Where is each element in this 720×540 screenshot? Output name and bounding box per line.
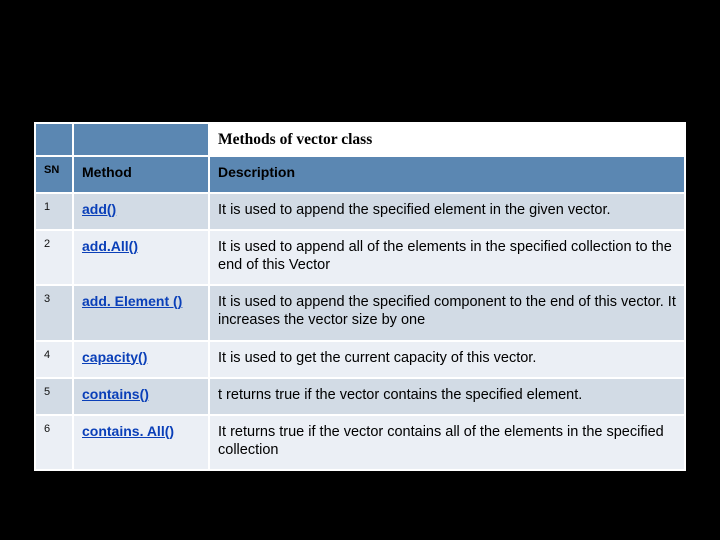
cell-sn: 3 (35, 285, 73, 340)
cell-description: It returns true if the vector contains a… (209, 415, 685, 470)
method-link[interactable]: add.All() (82, 238, 138, 254)
title-blank-1 (35, 123, 73, 156)
cell-description: It is used to append the specified compo… (209, 285, 685, 340)
header-sn: SN (35, 156, 73, 193)
cell-method: contains. All() (73, 415, 209, 470)
cell-sn: 5 (35, 378, 73, 415)
method-link[interactable]: add() (82, 201, 116, 217)
cell-description: It is used to append the specified eleme… (209, 193, 685, 230)
table-row: 3 add. Element () It is used to append t… (35, 285, 685, 340)
cell-method: add. Element () (73, 285, 209, 340)
cell-description: It is used to get the current capacity o… (209, 341, 685, 378)
table-row: 6 contains. All() It returns true if the… (35, 415, 685, 470)
cell-description: t returns true if the vector contains th… (209, 378, 685, 415)
slide: Methods of vector class SN Method Descri… (0, 0, 720, 540)
table-title: Methods of vector class (209, 123, 685, 156)
method-link[interactable]: add. Element () (82, 293, 182, 309)
method-link[interactable]: contains() (82, 386, 149, 402)
cell-description: It is used to append all of the elements… (209, 230, 685, 285)
cell-sn: 4 (35, 341, 73, 378)
header-row: SN Method Description (35, 156, 685, 193)
header-description: Description (209, 156, 685, 193)
cell-method: contains() (73, 378, 209, 415)
method-link[interactable]: capacity() (82, 349, 147, 365)
title-row: Methods of vector class (35, 123, 685, 156)
header-method: Method (73, 156, 209, 193)
cell-method: capacity() (73, 341, 209, 378)
table-row: 2 add.All() It is used to append all of … (35, 230, 685, 285)
table-row: 5 contains() t returns true if the vecto… (35, 378, 685, 415)
method-link[interactable]: contains. All() (82, 423, 174, 439)
cell-method: add.All() (73, 230, 209, 285)
methods-table: Methods of vector class SN Method Descri… (34, 122, 686, 471)
table-row: 4 capacity() It is used to get the curre… (35, 341, 685, 378)
cell-sn: 1 (35, 193, 73, 230)
title-blank-2 (73, 123, 209, 156)
cell-sn: 2 (35, 230, 73, 285)
cell-method: add() (73, 193, 209, 230)
table-row: 1 add() It is used to append the specifi… (35, 193, 685, 230)
methods-table-container: Methods of vector class SN Method Descri… (34, 122, 686, 471)
cell-sn: 6 (35, 415, 73, 470)
